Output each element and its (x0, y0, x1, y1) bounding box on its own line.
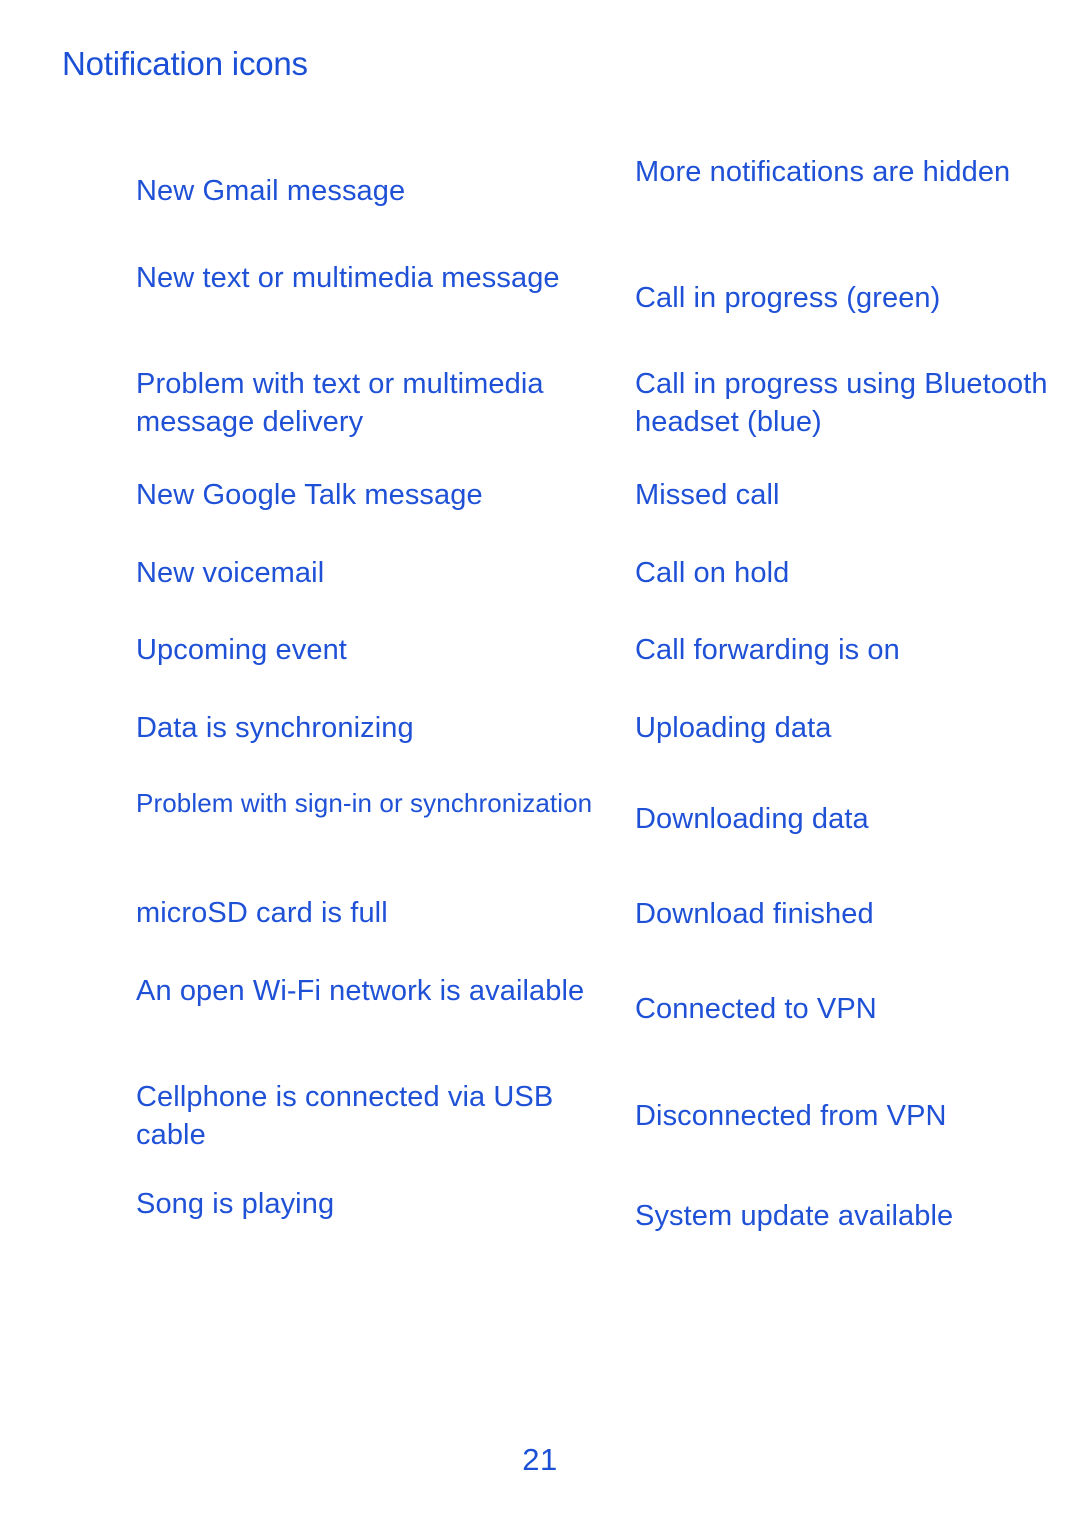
left-item: New Gmail message (136, 175, 406, 207)
left-item: Upcoming event (136, 634, 347, 666)
left-item: Cellphone is connected via USB cable (136, 1081, 554, 1151)
right-item: Downloading data (635, 803, 869, 835)
page-title: Notification icons (62, 45, 308, 82)
right-item: Missed call (635, 479, 780, 511)
right-item: Download finished (635, 898, 874, 930)
left-item: Problem with sign-in or synchronization (136, 788, 593, 818)
left-item: New voicemail (136, 557, 325, 589)
right-item: Uploading data (635, 712, 832, 744)
left-item: Problem with text or multimedia message … (136, 368, 544, 438)
left-item: Song is playing (136, 1188, 335, 1220)
right-item: Call in progress using Bluetooth headset… (635, 368, 1048, 438)
right-item: Connected to VPN (635, 993, 877, 1025)
left-item: New Google Talk message (136, 479, 483, 511)
left-item: Data is synchronizing (136, 712, 414, 744)
right-item: Disconnected from VPN (635, 1100, 947, 1132)
manual-page: Notification icons New Gmail message New … (0, 0, 1080, 1534)
right-item: System update available (635, 1200, 954, 1232)
left-item: microSD card is full (136, 897, 388, 929)
page-number: 21 (522, 1442, 558, 1477)
left-item: New text or multimedia message (136, 262, 560, 294)
left-item: An open Wi-Fi network is available (136, 975, 585, 1007)
right-item: Call in progress (green) (635, 282, 941, 314)
right-item: Call on hold (635, 557, 790, 589)
right-item: More notifications are hidden (635, 156, 1011, 188)
right-item: Call forwarding is on (635, 634, 900, 666)
